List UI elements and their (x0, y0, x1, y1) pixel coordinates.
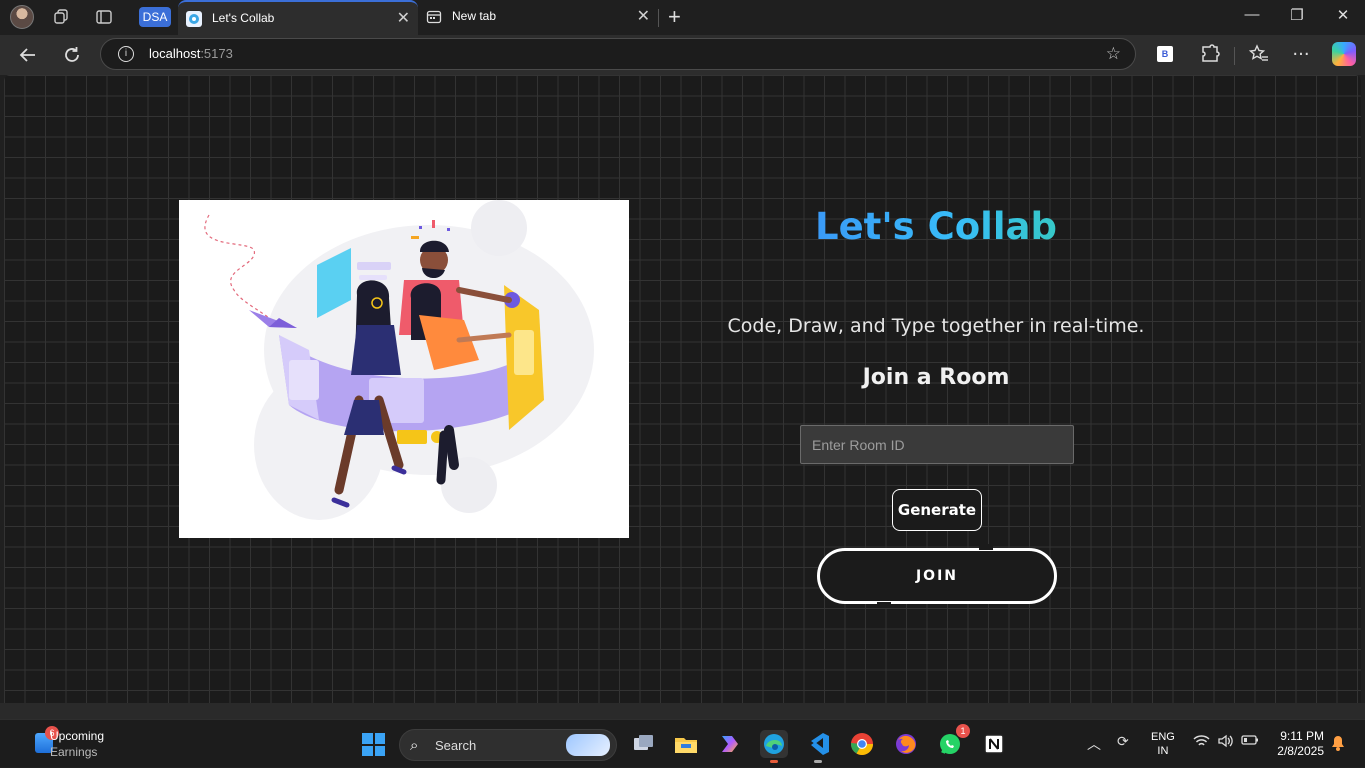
new-tab-button[interactable]: + (668, 4, 681, 30)
language-code: ENG (1151, 731, 1175, 743)
extension-b-icon[interactable]: B (1157, 46, 1173, 62)
restore-icon[interactable]: ❐ (1282, 6, 1312, 28)
close-window-icon[interactable]: ✕ (1328, 6, 1358, 28)
tab-new-tab[interactable]: New tab ✕ (418, 0, 658, 35)
edge-icon[interactable] (760, 730, 788, 763)
toolbar-divider (1234, 47, 1235, 65)
language-indicator[interactable]: ENG IN (1151, 730, 1175, 758)
favorite-star-icon[interactable]: ☆ (1106, 44, 1121, 64)
room-id-input[interactable] (800, 425, 1074, 464)
refresh-icon[interactable] (60, 43, 84, 67)
minimize-icon[interactable]: — (1237, 6, 1267, 28)
widget-subtitle: Earnings (50, 745, 98, 759)
whatsapp-badge: 1 (956, 724, 970, 738)
search-highlight-image (566, 734, 610, 756)
join-button[interactable]: JOIN (817, 548, 1057, 604)
tab-title: Let's Collab (212, 11, 275, 25)
join-border-gap (877, 602, 891, 608)
tab-divider (658, 9, 659, 27)
tab-title: New tab (452, 9, 497, 23)
widget-title: Upcoming (50, 729, 105, 743)
lets-collab-favicon (186, 11, 202, 27)
copilot-icon[interactable] (1332, 42, 1356, 66)
clock-time: 9:11 PM (1280, 729, 1324, 743)
address-bar[interactable]: i localhost:5173 ☆ (100, 38, 1136, 70)
file-explorer-icon[interactable] (672, 730, 700, 758)
url-host: localhost (149, 46, 201, 61)
generate-button[interactable]: Generate (892, 489, 982, 531)
favorites-icon[interactable] (1247, 43, 1271, 67)
tab-lets-collab[interactable]: Let's Collab ✕ (178, 0, 418, 35)
join-button-wrapper: JOIN (817, 544, 1057, 608)
task-view-icon[interactable] (629, 730, 657, 758)
back-icon[interactable] (16, 43, 40, 67)
url-text[interactable]: localhost:5173 (149, 46, 233, 61)
new-tab-icon (426, 9, 442, 25)
hero-illustration (179, 200, 629, 538)
search-label: Search (435, 738, 477, 753)
join-room-heading: Join a Room (862, 365, 1010, 390)
notification-bell-icon[interactable] (1331, 735, 1345, 755)
tagline: Code, Draw, and Type together in real-ti… (727, 315, 1145, 337)
tab-group-label[interactable]: DSA (139, 7, 171, 27)
page-bottom-strip (0, 703, 1365, 719)
notion-icon[interactable] (980, 730, 1008, 758)
battery-icon[interactable] (1241, 734, 1259, 750)
workspaces-icon[interactable] (53, 8, 71, 26)
running-app-indicator (814, 760, 822, 763)
start-windows-icon[interactable] (362, 733, 385, 756)
copilot-app-icon[interactable] (716, 730, 744, 758)
widgets-button[interactable]: 6 (14, 720, 124, 768)
tab-actions-icon[interactable] (95, 8, 113, 26)
browser-nav-bar: i localhost:5173 ☆ B ··· (0, 35, 1365, 75)
info-icon[interactable]: i (118, 46, 134, 62)
vscode-icon[interactable] (804, 730, 832, 763)
region-code: IN (1157, 745, 1169, 757)
page-viewport: Let's Collab Code, Draw, and Type togeth… (4, 75, 1361, 703)
whatsapp-icon[interactable]: 1 (936, 724, 970, 758)
windows-taskbar: 6 Upcoming Earnings ⌕ Search 1 ︿ ⟳ ENG I (0, 719, 1365, 767)
profile-avatar[interactable] (10, 5, 34, 29)
close-icon[interactable]: ✕ (397, 8, 410, 27)
search-icon: ⌕ (410, 736, 419, 754)
firefox-icon[interactable] (892, 730, 920, 758)
join-border-gap (979, 544, 993, 550)
chevron-up-icon[interactable]: ︿ (1087, 734, 1101, 754)
sync-icon[interactable]: ⟳ (1117, 734, 1129, 750)
chrome-icon[interactable] (848, 730, 876, 758)
close-icon[interactable]: ✕ (637, 6, 650, 25)
active-app-indicator (770, 760, 778, 763)
wifi-icon[interactable] (1193, 734, 1210, 752)
more-icon[interactable]: ··· (1289, 43, 1313, 67)
volume-icon[interactable] (1217, 734, 1234, 752)
clock-date: 2/8/2025 (1277, 744, 1324, 758)
browser-tab-bar: DSA Let's Collab ✕ New tab ✕ + — ❐ ✕ (0, 0, 1365, 35)
url-port: :5173 (200, 46, 233, 61)
taskbar-search[interactable]: ⌕ Search (399, 729, 617, 761)
system-clock[interactable]: 9:11 PM 2/8/2025 (1268, 729, 1324, 759)
extensions-icon[interactable] (1198, 43, 1222, 67)
brand-title: Let's Collab (720, 205, 1152, 248)
